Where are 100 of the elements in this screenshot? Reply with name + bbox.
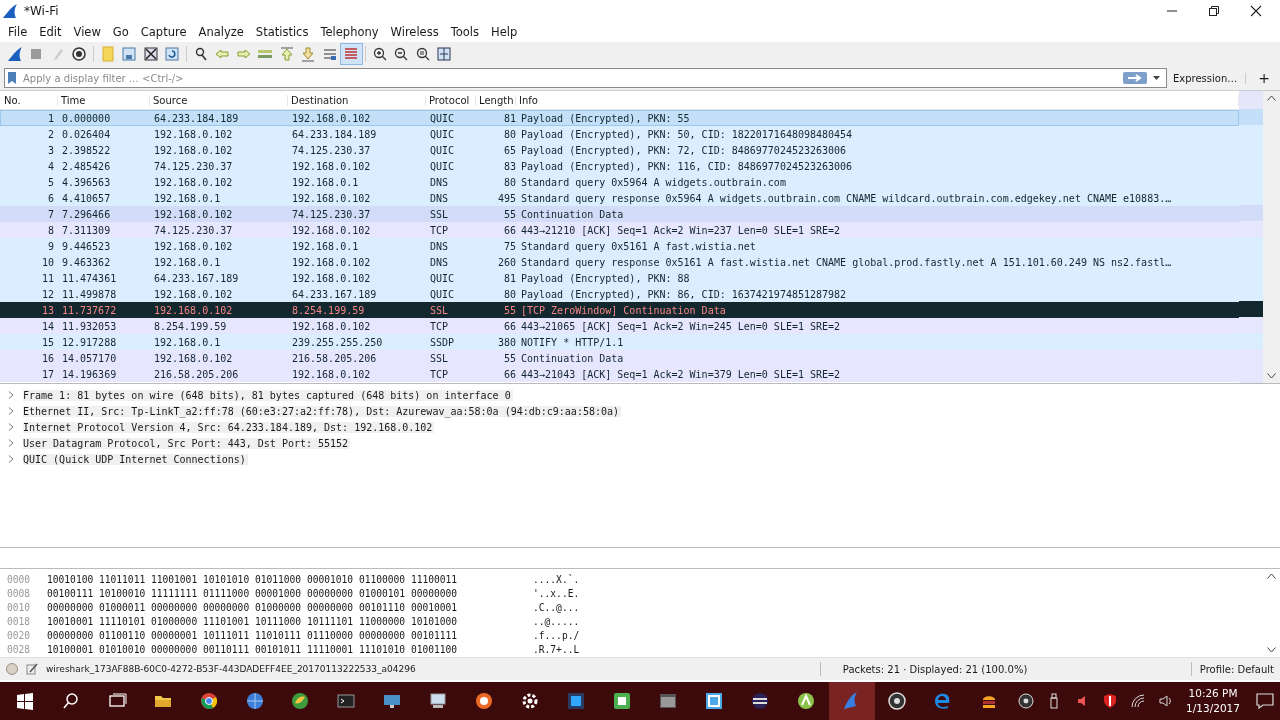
restore-icon[interactable] xyxy=(1208,5,1220,17)
packet-row[interactable]: 12 11.499878 192.168.0.102 64.233.167.189 QUIC 80 Payload (Encrypted), PKN: 86, CID: 1637421974851287982 xyxy=(0,286,1239,302)
menu-item[interactable]: Help xyxy=(487,25,526,39)
packet-row[interactable]: 8 7.311309 74.125.230.37 192.168.0.102 TCP 66 443→21210 [ACK] Seq=1 Ack=2 Win=237 Len=0 SLE=1 SRE=2 xyxy=(0,222,1239,238)
profile-label[interactable]: Profile: Default xyxy=(1199,663,1274,675)
table-cell-text: 81 xyxy=(502,112,516,124)
zoom-out-icon[interactable] xyxy=(393,46,410,62)
packet-row[interactable]: 7 7.296466 192.168.0.102 74.125.230.37 SSL 55 Continuation Data xyxy=(0,206,1239,222)
detail-tree-item[interactable]: Internet Protocol Version 4, Src: 64.233.184.189, Dst: 192.168.0.102 xyxy=(23,421,435,433)
menu-item[interactable]: Tools xyxy=(446,25,488,39)
packet-row[interactable]: 2 0.026404 192.168.0.102 64.233.184.189 QUIC 80 Payload (Encrypted), PKN: 50, CID: 18220171648098480454 xyxy=(0,126,1239,142)
packet-row[interactable]: 1 0.000000 64.233.184.189 192.168.0.102 QUIC 81 Payload (Encrypted), PKN: 55 xyxy=(0,110,1239,126)
packet-row[interactable]: 10 9.463362 192.168.0.1 192.168.0.102 DNS 260 Standard query response 0x5161 A fast.wistia.net CNAME global.prod.fastly.net A 151.101.60.249 NS ns2.fastl… xyxy=(0,254,1239,270)
table-cell-text: 192.168.0.102 xyxy=(153,144,234,156)
filter-input[interactable]: Apply a display filter … <Ctrl-/> xyxy=(23,72,1117,84)
detail-tree-item[interactable]: QUIC (Quick UDP Internet Connections) xyxy=(23,453,248,465)
search-icon[interactable] xyxy=(60,691,81,711)
menu-item[interactable]: Wireless xyxy=(386,25,447,39)
menu-item[interactable]: Statistics xyxy=(251,25,317,39)
colorize-icon[interactable] xyxy=(343,46,360,62)
byte-values: 00100111 10100010 11111111 01111000 00001000 00000000 01000101 00000000 xyxy=(47,587,459,599)
close-file-icon[interactable] xyxy=(142,46,159,62)
table-cell-text: QUIC xyxy=(429,128,456,140)
menu-item[interactable]: Edit xyxy=(35,25,70,39)
packet-row[interactable]: 17 14.196369 216.58.205.206 192.168.0.102 TCP 66 443→21043 [ACK] Seq=1 Ack=2 Win=379 Len=0 SLE=1 SRE=2 xyxy=(0,366,1239,382)
close-icon[interactable] xyxy=(1250,5,1262,17)
resize-columns-icon[interactable] xyxy=(436,46,453,62)
clock-date[interactable]: 1/13/2017 xyxy=(1186,701,1240,716)
packet-row[interactable]: 14 11.932053 8.254.199.59 192.168.0.102 TCP 66 443→21065 [ACK] Seq=1 Ack=2 Win=245 Len=0 SLE=1 SRE=2 xyxy=(0,318,1239,334)
expression-button[interactable]: Expression… xyxy=(1172,72,1247,84)
table-cell-text: SSL xyxy=(429,208,450,220)
packet-row[interactable]: 16 14.057170 192.168.0.102 216.58.205.206 SSL 55 Continuation Data xyxy=(0,350,1239,366)
ring-app-icon[interactable] xyxy=(474,691,495,711)
scroll-down-icon[interactable] xyxy=(1267,647,1276,653)
shield-icon[interactable] xyxy=(1102,693,1119,709)
globe-icon[interactable] xyxy=(244,691,265,711)
packet-row[interactable]: 6 4.410657 192.168.0.1 192.168.0.102 DNS 495 Standard query response 0x5964 A widgets.outbrain.com CNAME wildcard.outbrain.com.edgekey.net CNAME e10883.… xyxy=(0,190,1239,206)
packet-row[interactable]: 4 2.485426 74.125.230.37 192.168.0.102 QUIC 83 Payload (Encrypted), PKN: 116, CID: 8486977024523263006 xyxy=(0,158,1239,174)
wifi-icon[interactable] xyxy=(1130,693,1147,709)
menu-item[interactable]: Analyze xyxy=(194,25,252,39)
table-cell-text: 66 xyxy=(502,368,516,380)
packet-row[interactable]: 13 11.737672 192.168.0.102 8.254.199.59 SSL 55 [TCP ZeroWindow] Continuation Data xyxy=(0,302,1239,318)
detail-tree-item[interactable]: User Datagram Protocol, Src Port: 443, Dst Port: 55152 xyxy=(23,437,351,449)
detail-tree-item[interactable]: Frame 1: 81 bytes on wire (648 bits), 81 bytes captured (648 bits) on interface 0 xyxy=(23,389,513,401)
table-cell-text: 65 xyxy=(502,144,516,156)
column-header[interactable]: Destination xyxy=(288,94,426,106)
column-header[interactable]: Protocol xyxy=(426,94,476,106)
menu-item[interactable]: View xyxy=(69,25,109,39)
table-cell-text: 192.168.0.102 xyxy=(153,128,234,140)
packet-row[interactable]: 9 9.446523 192.168.0.102 192.168.0.1 DNS 75 Standard query 0x5161 A fast.wistia.net xyxy=(0,238,1239,254)
table-cell-text: 83 xyxy=(502,160,516,172)
edit-icon[interactable] xyxy=(26,663,38,675)
scroll-up-icon[interactable] xyxy=(1267,573,1276,579)
round-app-icon[interactable] xyxy=(198,691,219,711)
table-cell-text: SSL xyxy=(429,352,450,364)
packet-row[interactable]: 3 2.398522 192.168.0.102 74.125.230.37 QUIC 65 Payload (Encrypted), PKN: 72, CID: 8486977024523263006 xyxy=(0,142,1239,158)
column-header[interactable]: No. xyxy=(0,94,58,106)
packet-row[interactable]: 5 4.396563 192.168.0.102 192.168.0.1 DNS 80 Standard query 0x5964 A widgets.outbrain.com xyxy=(0,174,1239,190)
clock-time[interactable]: 10:26 PM xyxy=(1188,686,1238,701)
windows-logo-icon[interactable] xyxy=(14,691,35,711)
autoscroll-icon[interactable] xyxy=(321,46,338,62)
leaf-app-icon[interactable] xyxy=(290,691,311,711)
window-app-icon[interactable] xyxy=(657,691,678,711)
reload-icon[interactable] xyxy=(164,46,181,62)
menu-item[interactable]: Telephony xyxy=(316,25,387,39)
table-cell-text: 216.58.205.206 xyxy=(291,352,378,364)
table-cell-text: 216.58.205.206 xyxy=(153,368,240,380)
notification-icon[interactable] xyxy=(1255,693,1274,709)
packet-row[interactable]: 15 12.917288 192.168.0.1 239.255.255.250 SSDP 380 NOTIFY * HTTP/1.1 xyxy=(0,334,1239,350)
zoom-reset-icon[interactable] xyxy=(414,46,431,62)
detail-tree-item[interactable]: Ethernet II, Src: Tp-LinkT_a2:ff:78 (60:e3:27:a2:ff:78), Dst: Azurewav_aa:58:0a (94:db:c9:aa:58:0a) xyxy=(23,405,622,417)
column-header[interactable]: Source xyxy=(150,94,288,106)
add-button[interactable]: + xyxy=(1252,70,1276,86)
terminal-icon[interactable] xyxy=(336,691,357,711)
framed-square-app-icon[interactable] xyxy=(611,691,632,711)
options-icon[interactable] xyxy=(71,46,88,62)
column-header[interactable]: Length xyxy=(476,94,516,106)
computer-icon[interactable] xyxy=(428,691,449,711)
aperture-icon[interactable] xyxy=(1018,693,1035,709)
scroll-down-icon[interactable] xyxy=(1267,373,1276,379)
packet-minimap[interactable] xyxy=(1239,91,1263,383)
start-capture-icon[interactable] xyxy=(6,46,23,62)
menu-item[interactable]: File xyxy=(4,25,36,39)
menu-item[interactable]: Capture xyxy=(136,25,195,39)
table-cell-text: DNS xyxy=(429,256,450,268)
table-cell-text: 55 xyxy=(502,304,516,316)
square-app-icon[interactable] xyxy=(566,691,586,711)
scroll-up-icon[interactable] xyxy=(1267,95,1276,101)
packet-row[interactable]: 11 11.474361 64.233.167.189 192.168.0.102 QUIC 81 Payload (Encrypted), PKN: 88 xyxy=(0,270,1239,286)
column-header[interactable]: Time xyxy=(58,94,150,106)
dropdown-caret-icon[interactable] xyxy=(1152,76,1160,80)
zoom-in-icon[interactable] xyxy=(371,46,388,62)
striped-circle-icon[interactable] xyxy=(749,691,770,711)
aperture-icon[interactable] xyxy=(887,691,908,711)
save-icon[interactable] xyxy=(121,46,138,62)
table-cell-text: Payload (Encrypted), PKN: 86, CID: 1637421974851287982 xyxy=(520,288,848,300)
menu-item[interactable]: Go xyxy=(108,25,137,39)
display-filter-field[interactable]: Apply a display filter … <Ctrl-/> xyxy=(4,68,1167,88)
table-cell-text: 81 xyxy=(502,272,516,284)
bookmark-icon[interactable] xyxy=(7,72,17,84)
